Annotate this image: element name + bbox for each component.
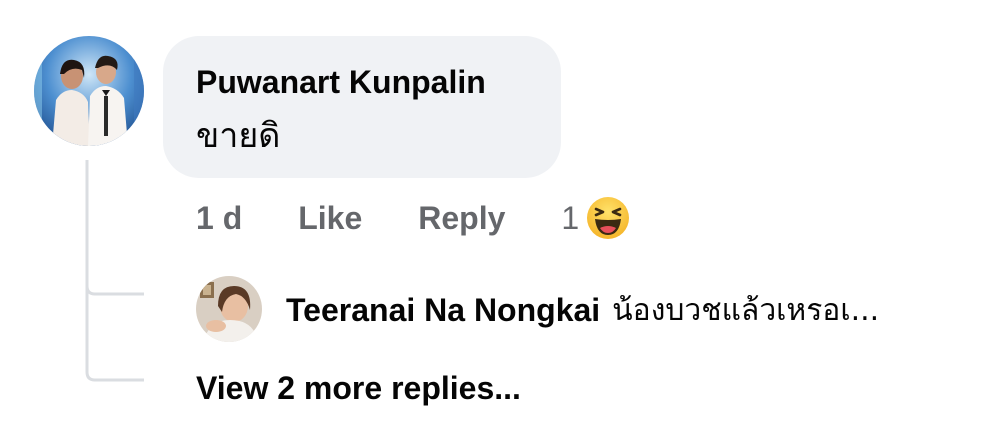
reaction-count: 1 xyxy=(561,199,580,236)
comment-timestamp[interactable]: 1 d xyxy=(196,200,242,237)
comment-author-name[interactable]: Puwanart Kunpalin xyxy=(196,62,561,102)
commenter-avatar[interactable] xyxy=(34,36,144,146)
reply-author-avatar[interactable] xyxy=(196,276,262,342)
comment-actions: 1 d Like Reply 1 xyxy=(196,196,631,240)
comment-text: ขายดิ xyxy=(196,116,281,156)
reaction-summary[interactable]: 1 xyxy=(561,195,631,241)
view-more-replies-link[interactable]: View 2 more replies... xyxy=(196,366,521,410)
comment-bubble: Puwanart Kunpalin ขายดิ xyxy=(163,36,561,178)
like-button[interactable]: Like xyxy=(298,200,362,237)
reply-author-name[interactable]: Teeranai Na Nongkai xyxy=(286,292,600,329)
thread-connector-line xyxy=(85,160,144,382)
laughing-emoji-icon xyxy=(587,197,630,239)
comment-thread: Puwanart Kunpalin ขายดิ 1 d Like Reply 1 xyxy=(0,0,1000,436)
reply-preview[interactable]: Teeranai Na Nongkai น้องบวชแล้วเหรอเ... xyxy=(286,288,879,332)
reply-text: น้องบวชแล้วเหรอเ... xyxy=(612,292,880,328)
reply-button[interactable]: Reply xyxy=(418,200,505,237)
